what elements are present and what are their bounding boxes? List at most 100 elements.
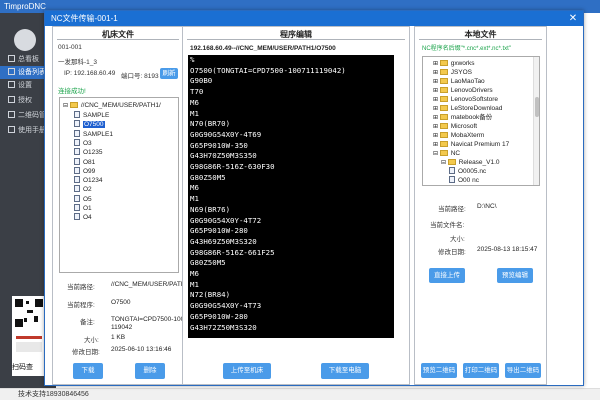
local-tree-item[interactable]: ⊞ Navicat Premium 17 — [433, 140, 509, 149]
preview-edit-button[interactable]: 预览编辑 — [497, 268, 533, 283]
tree-root[interactable]: ⊟ //CNC_MEM/USER/PATH1/ — [63, 101, 161, 110]
machine-file-item[interactable]: O5 — [74, 194, 92, 204]
local-tree-item[interactable]: ⊞ LeStoreDownload — [433, 104, 502, 113]
local-path-label: 当前路径: — [438, 206, 466, 213]
code-line: M6 — [190, 97, 199, 107]
connection-status: 连接成功! — [58, 88, 86, 95]
note-label: 备注: — [80, 319, 95, 326]
program-value: O7500 — [111, 299, 131, 306]
file-icon — [74, 129, 80, 137]
machine-file-item[interactable]: SAMPLE — [74, 111, 109, 120]
machine-file-item[interactable]: O3 — [74, 138, 92, 148]
local-tree-item[interactable]: ⊞ matebook备份 — [433, 113, 492, 122]
local-tree-item[interactable]: ⊞ Microsoft — [433, 122, 477, 131]
local-file-label: 当前文件名: — [430, 222, 465, 229]
machine-file-item[interactable]: O1235 — [74, 148, 103, 157]
machine-file-item[interactable]: O7500 — [74, 120, 105, 129]
code-line: G0G90G54X0Y-4T69 — [190, 129, 262, 139]
local-tree-item[interactable]: ⊞ LenovoDrivers — [433, 86, 493, 95]
code-line: G43H69Z50M3S320 — [190, 236, 257, 246]
upload-to-machine-button[interactable]: 上传至机床 — [223, 363, 271, 379]
local-tree-item[interactable]: O00 nc — [449, 176, 479, 185]
file-icon — [74, 176, 80, 184]
file-icon — [74, 204, 80, 211]
file-icon — [74, 194, 80, 202]
file-icon — [74, 185, 80, 193]
expand-toggle-icon[interactable]: ⊞ — [433, 97, 440, 103]
machine-file-item[interactable]: O4 — [74, 213, 92, 222]
code-line: M6 — [190, 183, 199, 193]
expand-toggle-icon[interactable]: ⊟ — [441, 160, 448, 166]
expand-toggle-icon[interactable]: ⊞ — [433, 106, 440, 112]
expand-toggle-icon[interactable]: ⊞ — [433, 133, 440, 139]
folder-icon — [447, 159, 456, 165]
folder-icon — [439, 87, 448, 93]
file-icon — [449, 176, 455, 183]
machine-file-tree[interactable]: ⊟ //CNC_MEM/USER/PATH1/ SAMPLE O7500 SAMPL… — [59, 97, 179, 273]
expand-toggle-icon[interactable]: ⊞ — [433, 61, 440, 67]
dashboard-icon — [8, 55, 15, 62]
code-line: G98G86R-516Z-661F25 — [190, 247, 275, 257]
print-qrcode-button[interactable]: 打印二维码 — [463, 363, 499, 378]
machine-file-item[interactable]: O2 — [74, 185, 92, 194]
preview-qrcode-button[interactable]: 预览二维码 — [421, 363, 457, 378]
expand-toggle-icon[interactable]: ⊞ — [433, 115, 440, 121]
local-tree-item[interactable]: ⊞ JSYOS — [433, 68, 472, 77]
program-code-editor[interactable]: % O7500(TONGTAI=CPD7500-100711119042) G90B… — [188, 55, 394, 338]
local-tree-item[interactable]: ⊞ LaoMaoTao — [433, 77, 485, 86]
machine-file-item[interactable]: O1234 — [74, 176, 103, 185]
code-line: G65P9010W-280 — [190, 226, 248, 236]
export-qrcode-button[interactable]: 导出二维码 — [505, 363, 541, 378]
path-label: 当前路径: — [67, 284, 95, 291]
local-tree-item[interactable]: ⊟ Release_V1.0 — [441, 158, 500, 167]
code-line: T70 — [190, 87, 204, 97]
machine-file-item[interactable]: SAMPLE1 — [74, 129, 113, 139]
avatar — [14, 29, 36, 51]
local-tree-item[interactable]: ⊞ MobaXterm — [433, 131, 484, 140]
status-bar: 技术支持18930846456 — [0, 388, 600, 400]
code-line: N69(BR76) — [190, 204, 231, 214]
code-line: G65P9010W-350 — [190, 140, 248, 150]
download-to-pc-button[interactable]: 下载至电脑 — [321, 363, 369, 379]
download-button[interactable]: 下载 — [73, 363, 103, 379]
machine-files-panel: 机床文件 001-001 一发那科-1_3 IP: 192.168.60.49 … — [52, 26, 195, 385]
code-line: M1 — [190, 194, 199, 204]
refresh-button[interactable]: 刷新 — [160, 68, 178, 79]
expand-toggle-icon[interactable]: ⊞ — [433, 79, 440, 85]
machine-file-item[interactable]: O1 — [74, 204, 92, 213]
folder-icon — [439, 123, 448, 129]
book-icon — [8, 126, 15, 133]
delete-button[interactable]: 删除 — [135, 363, 165, 379]
local-tree-item[interactable]: ⊞ LenovoSoftstore — [433, 95, 498, 104]
local-tree-item[interactable]: ⊞ gxworks — [433, 59, 475, 68]
code-line: O7500(TONGTAI=CPD7500-100711119042) — [190, 65, 346, 75]
file-icon — [74, 120, 80, 128]
local-tree-item[interactable]: O0005.nc — [449, 167, 486, 176]
tree-scrollbar[interactable] — [533, 57, 539, 185]
expand-toggle-icon[interactable]: ⊞ — [433, 124, 440, 130]
dialog-title: NC文件传输-001-1 — [45, 11, 583, 26]
code-line: G0G90G54X0Y-4T72 — [190, 215, 262, 225]
program-label: 当前程序: — [67, 302, 95, 309]
expand-toggle-icon[interactable]: ⊞ — [433, 88, 440, 94]
expand-toggle-icon[interactable]: ⊞ — [433, 142, 440, 148]
close-button[interactable]: ✕ — [567, 11, 579, 26]
local-tree-item[interactable]: ⊟ NC — [433, 149, 460, 158]
local-size-label: 大小: — [450, 236, 465, 243]
file-icon — [74, 111, 80, 118]
code-line: G43H70Z50M3S350 — [190, 151, 257, 161]
machine-file-item[interactable]: O99 — [74, 166, 95, 176]
date-label: 修改日期: — [72, 349, 100, 356]
file-icon — [74, 138, 80, 146]
expand-toggle-icon[interactable]: ⊞ — [433, 70, 440, 76]
date-value: 2025-06-10 13:16:46 — [111, 346, 172, 353]
machine-file-item[interactable]: O81 — [74, 157, 95, 167]
local-file-tree[interactable]: ⊞ gxworks ⊞ JSYOS ⊞ LaoMaoTao ⊞ LenovoDrive… — [422, 56, 540, 186]
expand-toggle-icon[interactable]: ⊟ — [433, 151, 440, 157]
size-value: 1 KB — [111, 334, 126, 341]
file-icon — [74, 157, 80, 165]
local-date-label: 修改日期: — [438, 249, 466, 256]
direct-upload-button[interactable]: 直接上传 — [429, 268, 465, 283]
folder-icon — [439, 69, 448, 75]
local-date-value: 2025-08-13 18:15:47 — [477, 246, 538, 253]
